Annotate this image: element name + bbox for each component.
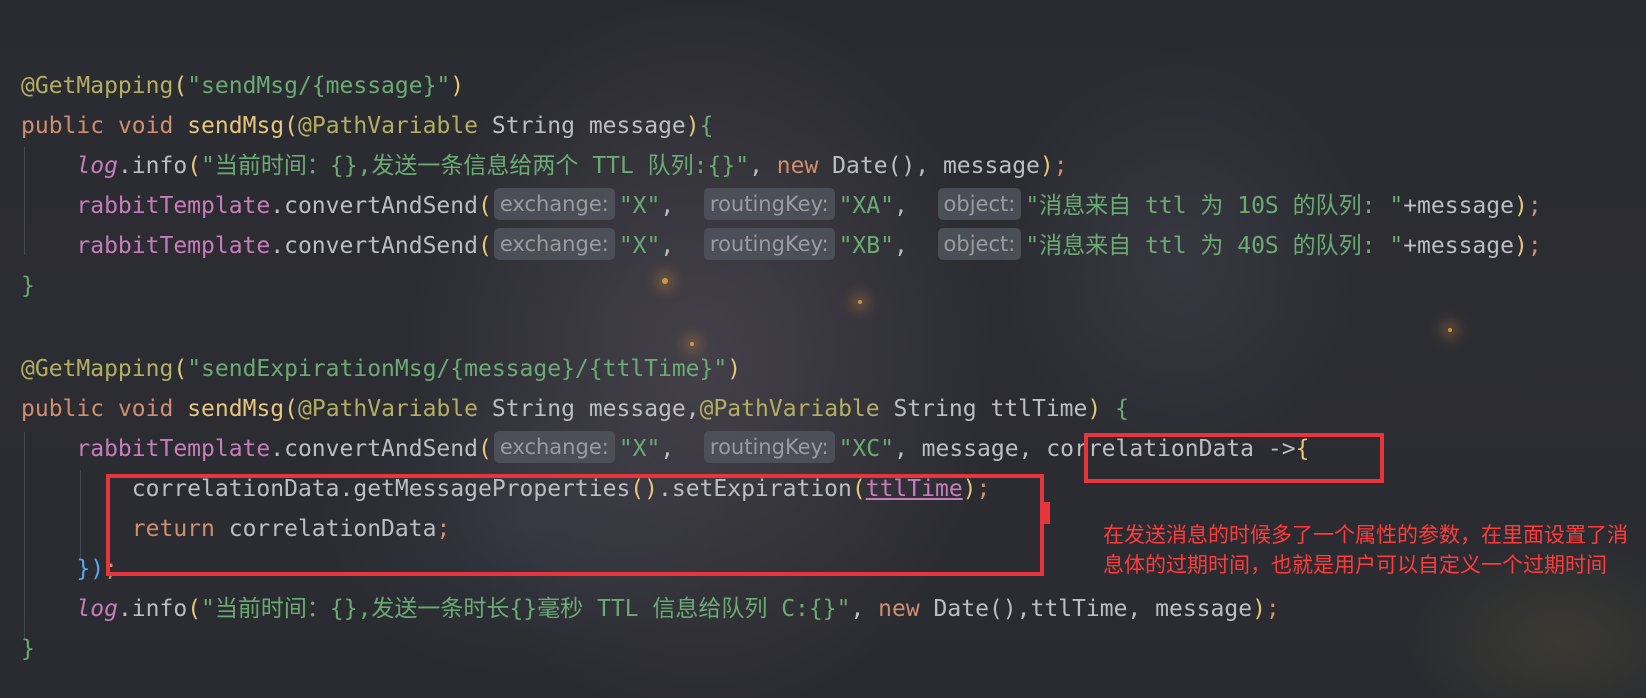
code-line-4: rabbitTemplate.convertAndSend(exchange: "… — [21, 186, 1542, 226]
annotation-note: 在发送消息的时候多了一个属性的参数，在里面设置了消息体的过期时间，也就是用户可以… — [1103, 523, 1628, 577]
code-line-13: log.info("当前时间：{},发送一条时长{}毫秒 TTL 信息给队列 C… — [76, 596, 1280, 622]
parameter-hint: routingKey: — [703, 188, 835, 220]
highlight-box-handle — [1042, 502, 1050, 524]
code-line-3: log.info("当前时间：{},发送一条信息给两个 TTL 队列:{}", … — [76, 153, 1068, 179]
parameter-hint: object: — [937, 228, 1022, 260]
indent-guide — [24, 432, 25, 638]
parameter-hint: exchange: — [493, 431, 615, 463]
parameter-hint: object: — [937, 188, 1022, 220]
code-line-8: public void sendMsg(@PathVariable String… — [21, 396, 1129, 422]
code-line-7: @GetMapping("sendExpirationMsg/{message}… — [21, 356, 742, 382]
code-editor[interactable]: @GetMapping("sendMsg/{message}") public … — [0, 0, 1646, 698]
code-line-5: rabbitTemplate.convertAndSend(exchange: "… — [21, 226, 1542, 266]
parameter-hint: routingKey: — [703, 228, 835, 260]
indent-guide — [80, 470, 81, 558]
highlight-box-body — [106, 474, 1044, 576]
parameter-hint: exchange: — [493, 228, 615, 260]
code-line-2: public void sendMsg(@PathVariable String… — [21, 113, 714, 139]
parameter-hint: exchange: — [493, 188, 615, 220]
code-line-1: @GetMapping("sendMsg/{message}") — [21, 73, 465, 99]
indent-guide — [24, 147, 25, 255]
highlight-box-lambda — [1084, 433, 1384, 483]
code-line-6: } — [21, 273, 35, 299]
code-line-12: }); — [76, 556, 118, 582]
parameter-hint: routingKey: — [703, 431, 835, 463]
